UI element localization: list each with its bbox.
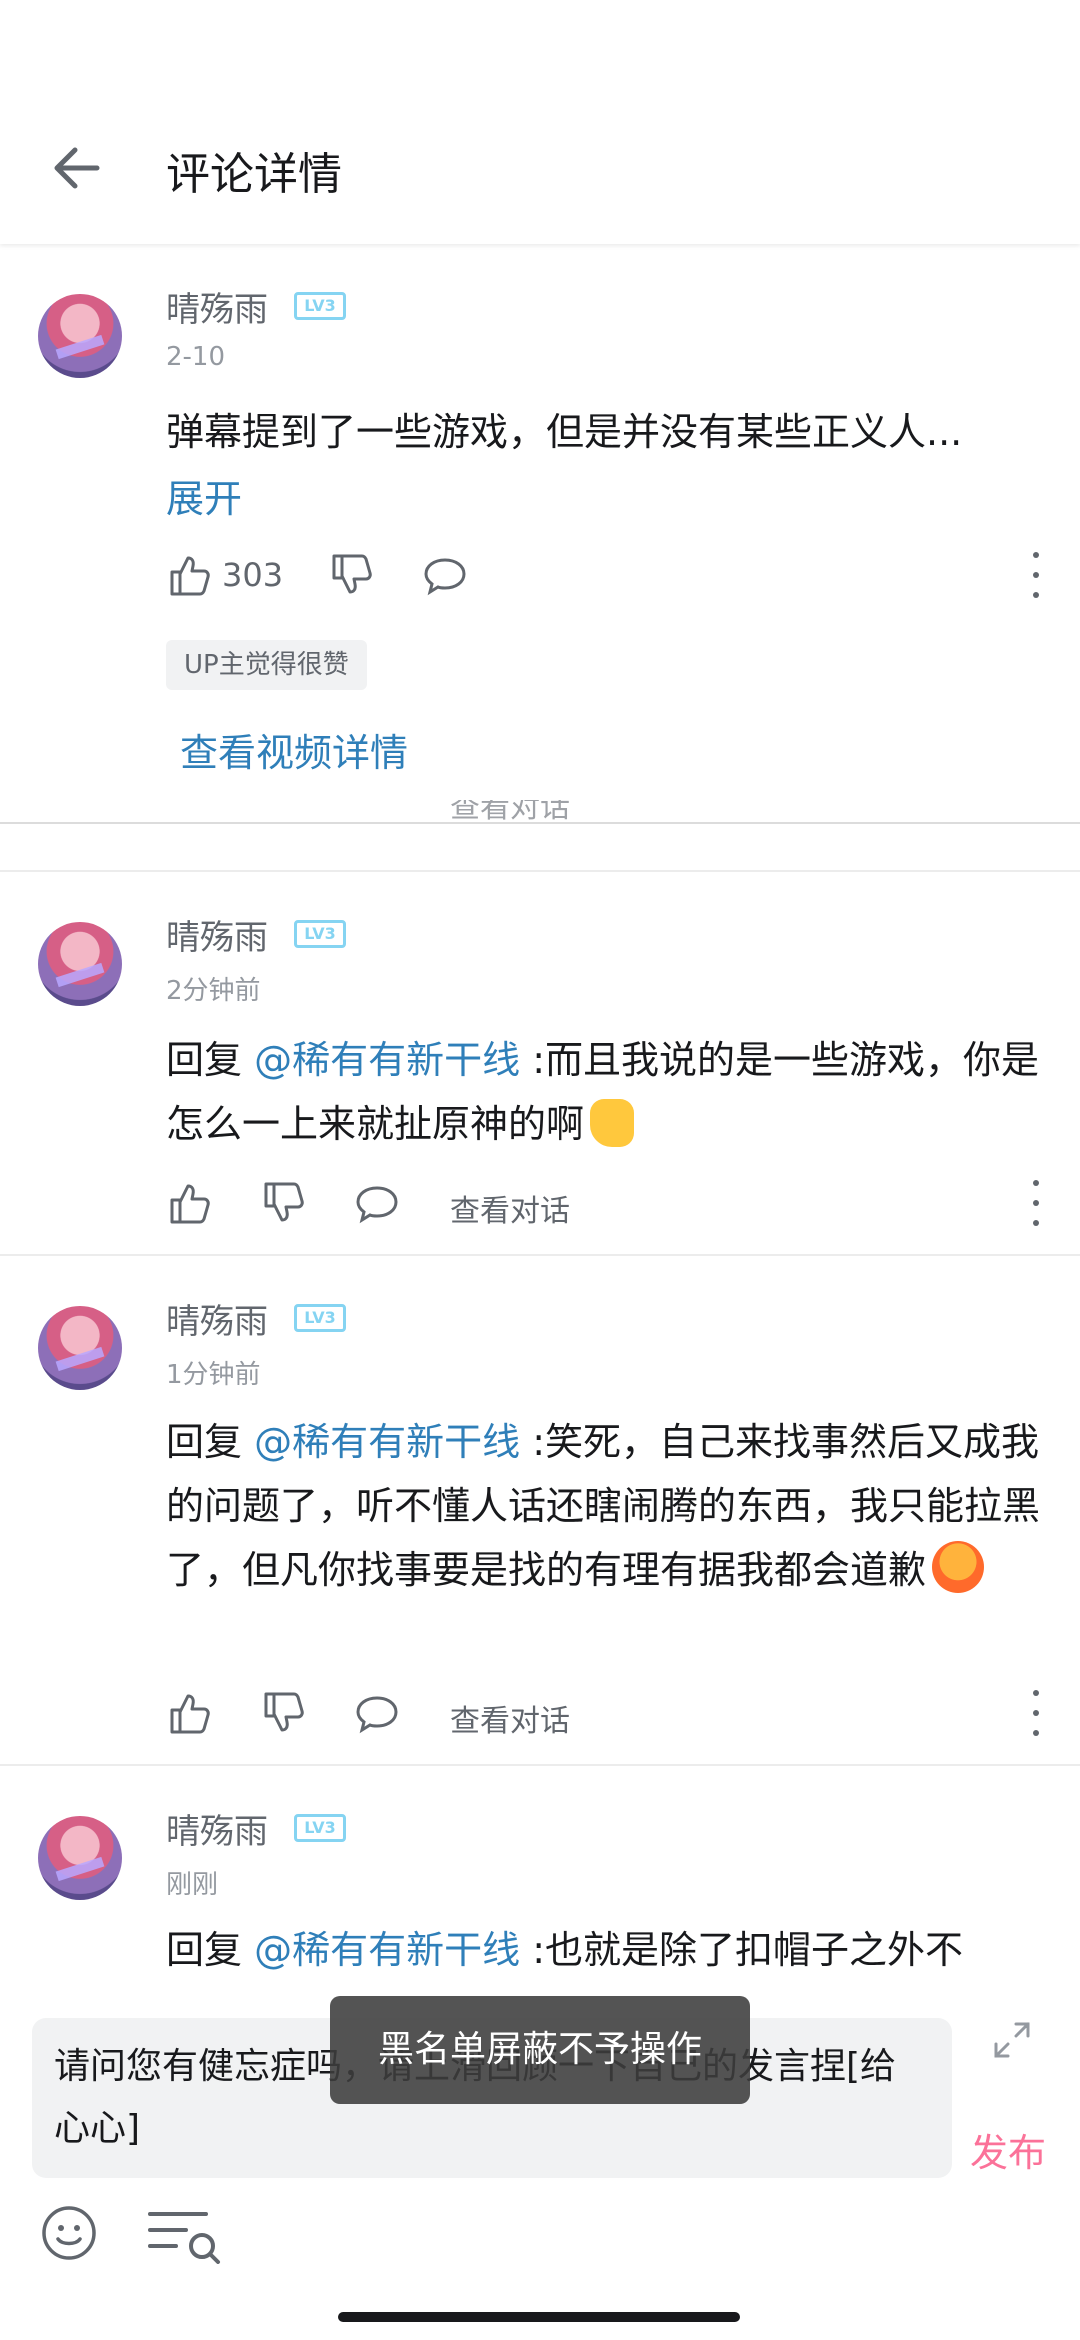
level-badge: LV3 — [294, 292, 346, 320]
like-icon[interactable] — [166, 552, 212, 598]
avatar[interactable] — [38, 922, 122, 1006]
reply-icon[interactable] — [354, 1180, 400, 1226]
like-icon[interactable] — [166, 1180, 212, 1226]
level-badge: LV3 — [294, 920, 346, 948]
emoji-icon[interactable] — [40, 2204, 98, 2262]
dislike-icon[interactable] — [328, 552, 374, 598]
reply-prefix: 回复 — [166, 1928, 255, 1972]
page-title: 评论详情 — [166, 149, 342, 200]
divider — [0, 1254, 1080, 1256]
thumbs-up-emoji-icon — [590, 1099, 635, 1147]
comment-time: 1分钟前 — [166, 1360, 261, 1390]
mention-link[interactable]: @稀有有新干线 — [254, 1420, 520, 1464]
mention-link[interactable]: @稀有有新干线 — [254, 1038, 520, 1082]
comment-text: 回复 @稀有有新干线 :也就是除了扣帽子之外不 — [166, 1918, 1046, 1982]
back-arrow-icon — [54, 147, 100, 189]
angry-emoji-icon — [932, 1541, 985, 1593]
search-list-icon[interactable] — [146, 2208, 230, 2264]
reply-icon[interactable] — [422, 552, 468, 598]
reply-body: :也就是除了扣帽子之外不 — [520, 1928, 963, 1972]
comment-time: 2分钟前 — [166, 976, 261, 1006]
like-count: 303 — [222, 556, 284, 594]
comment-text: 弹幕提到了一些游戏，但是并没有某些正义人... — [166, 410, 963, 454]
comment-actions: 303 — [166, 552, 1046, 602]
comment-text: 回复 @稀有有新干线 :笑死，自己来找事然后又成我的问题了，听不懂人话还瞎闹腾的… — [166, 1410, 1046, 1602]
avatar[interactable] — [38, 294, 122, 378]
comment-actions: 查看对话 — [166, 1180, 1046, 1230]
username[interactable]: 晴殇雨 — [166, 910, 268, 959]
reply-prefix: 回复 — [166, 1038, 255, 1082]
view-conversation-link[interactable]: 查看对话 — [450, 1186, 570, 1230]
divider — [0, 822, 1080, 824]
more-icon[interactable] — [1026, 552, 1046, 598]
publish-button[interactable]: 发布 — [970, 2122, 1046, 2177]
view-conversation-link[interactable]: 查看对话 — [450, 1696, 570, 1740]
toast-message: 黑名单屏蔽不予操作 — [330, 1996, 750, 2104]
back-button[interactable] — [40, 132, 112, 204]
reply-prefix: 回复 — [166, 1420, 255, 1464]
scrolled-action-row: 查看对话 — [166, 800, 1046, 820]
level-badge: LV3 — [294, 1814, 346, 1842]
mention-link[interactable]: @稀有有新干线 — [254, 1928, 520, 1972]
dislike-icon[interactable] — [260, 1690, 306, 1736]
username[interactable]: 晴殇雨 — [166, 1294, 268, 1343]
comment-time: 刚刚 — [166, 1870, 219, 1900]
comment-text: 回复 @稀有有新干线 :而且我说的是一些游戏，你是怎么一上来就扯原神的啊 — [166, 1028, 1046, 1156]
level-badge: LV3 — [294, 1304, 346, 1332]
dislike-icon[interactable] — [260, 1180, 306, 1226]
divider — [0, 870, 1080, 872]
reply-icon[interactable] — [354, 1690, 400, 1736]
fullscreen-expand-icon[interactable] — [992, 2020, 1032, 2060]
like-icon[interactable] — [166, 1690, 212, 1736]
home-indicator[interactable] — [338, 2312, 740, 2322]
comment-actions: 查看对话 — [166, 1690, 1046, 1740]
view-video-link[interactable]: 查看视频详情 — [180, 722, 408, 777]
avatar[interactable] — [38, 1816, 122, 1900]
avatar[interactable] — [38, 1306, 122, 1390]
divider — [0, 1764, 1080, 1766]
comment-time: 2-10 — [166, 342, 226, 372]
more-icon[interactable] — [1026, 1690, 1046, 1736]
up-liked-badge: UP主觉得很赞 — [166, 640, 367, 690]
expand-link[interactable]: 展开 — [166, 468, 242, 523]
username[interactable]: 晴殇雨 — [166, 282, 268, 331]
more-icon[interactable] — [1026, 1180, 1046, 1226]
ghost-action-label: 查看对话 — [450, 800, 570, 820]
top-bar: 评论详情 — [0, 0, 1080, 244]
username[interactable]: 晴殇雨 — [166, 1804, 268, 1853]
